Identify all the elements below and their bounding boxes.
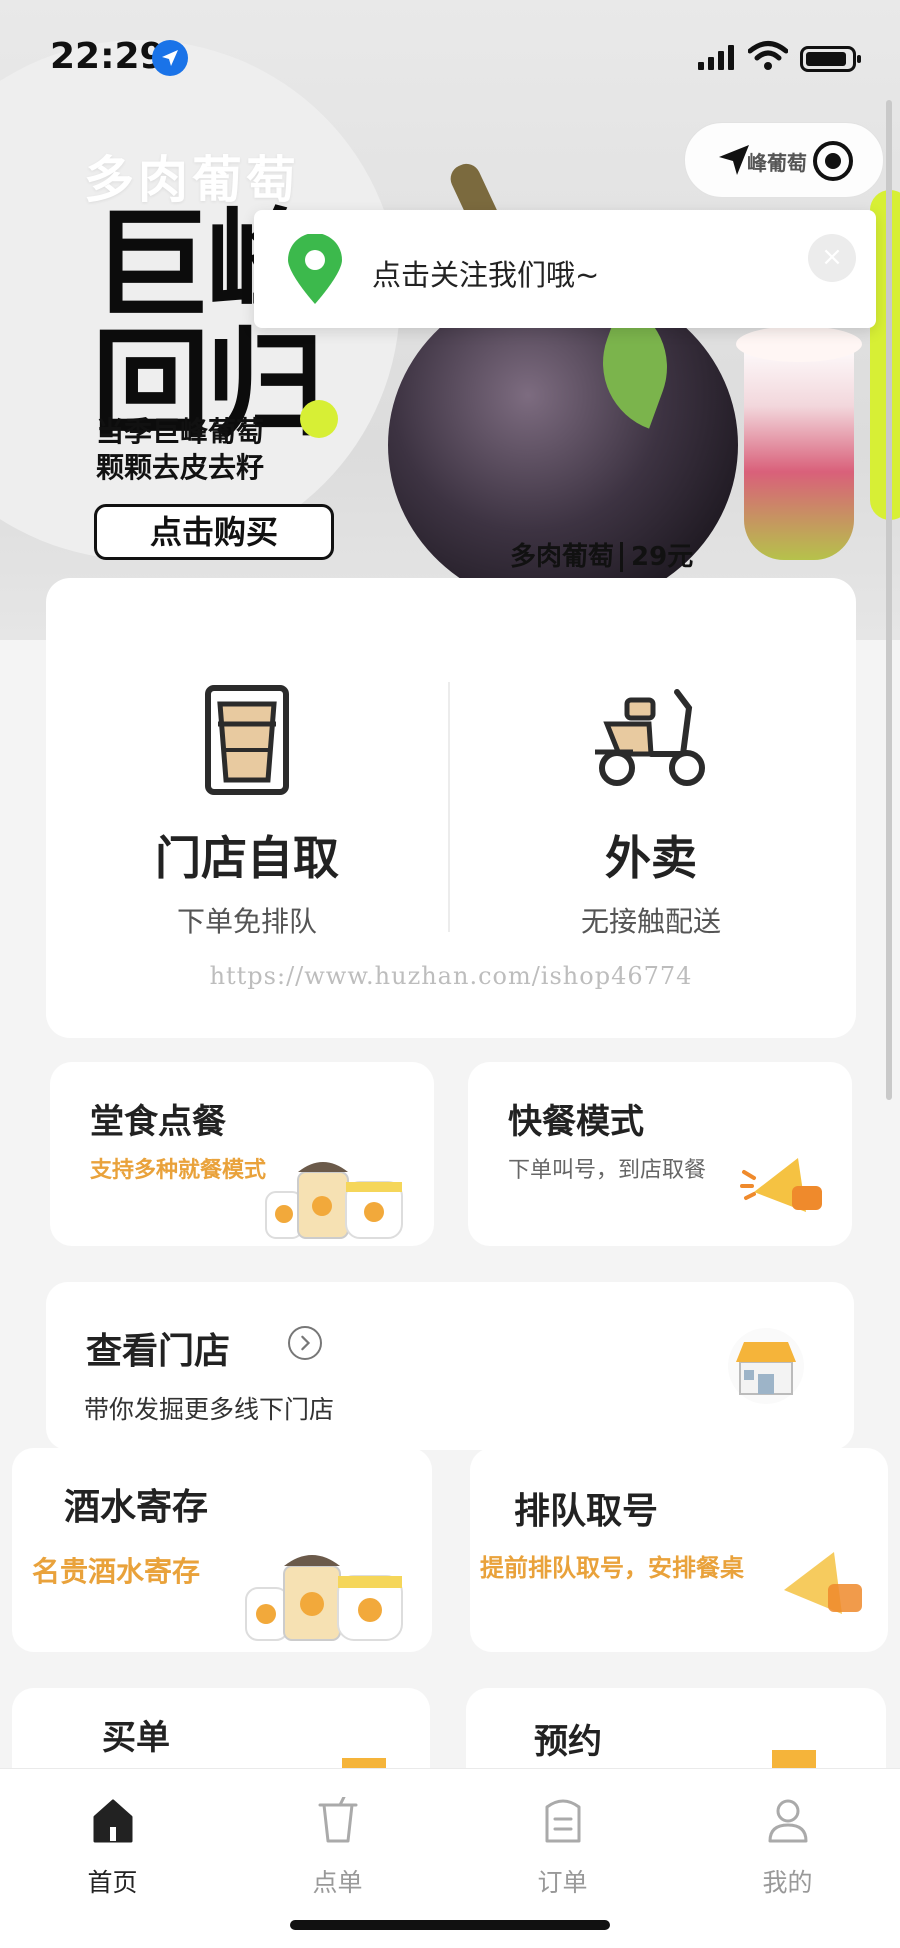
dine-in-subtitle: 支持多种就餐模式 (90, 1158, 267, 1183)
scrollbar[interactable] (886, 100, 892, 1100)
user-icon (768, 1799, 807, 1843)
queue-title: 排队取号 (514, 1491, 659, 1532)
follow-toast[interactable]: 点击关注我们哦~ × (254, 210, 876, 328)
storefront-icon (728, 1328, 804, 1404)
delivery-subtitle: 无接触配送 (580, 905, 721, 938)
status-bar: 22:29 (0, 0, 900, 110)
cup-bag-icon (205, 685, 289, 795)
home-indicator[interactable] (290, 1920, 610, 1930)
product-name: 多肉葡萄 (510, 542, 615, 572)
fast-food-subtitle: 下单叫号，到店取餐 (508, 1158, 707, 1183)
banner-desc-line1: 当季巨峰葡萄 (96, 415, 265, 448)
wine-storage-title: 酒水寄存 (64, 1487, 209, 1528)
fast-food-card[interactable]: 快餐模式 下单叫号，到店取餐 (468, 1062, 852, 1246)
toast-text: 点击关注我们哦~ (372, 258, 600, 292)
wine-storage-card[interactable]: 酒水寄存 名贵酒水寄存 (12, 1448, 432, 1652)
pickup-title: 门店自取 (155, 831, 339, 885)
tab-profile[interactable]: 我的 (675, 1787, 900, 1897)
megaphone-icon (740, 1158, 822, 1212)
chevron-right-icon[interactable] (288, 1326, 322, 1360)
battery-icon (800, 46, 861, 72)
tab-home[interactable]: 首页 (0, 1787, 225, 1897)
location-services-icon (152, 40, 188, 76)
tab-home-label: 首页 (87, 1868, 138, 1897)
queue-card[interactable]: 排队取号 提前排队取号，安排餐桌 (470, 1448, 888, 1652)
capsule-tag-text: 峰葡萄 (747, 151, 807, 175)
pickup-subtitle: 下单免排队 (176, 905, 317, 938)
view-stores-card[interactable]: 查看门店 带你发掘更多线下门店 (46, 1282, 854, 1450)
queue-subtitle: 提前排队取号，安排餐桌 (480, 1554, 744, 1582)
view-stores-subtitle: 带你发掘更多线下门店 (84, 1395, 335, 1424)
cellular-signal-icon (698, 45, 734, 70)
home-icon (93, 1799, 132, 1843)
target-icon[interactable] (813, 141, 853, 181)
tab-order-label: 点单 (312, 1868, 363, 1897)
drink-cup-foam-image (736, 326, 862, 362)
dine-in-card[interactable]: 堂食点餐 支持多种就餐模式 (50, 1062, 434, 1246)
pay-bill-title: 买单 (102, 1718, 170, 1758)
dine-in-title: 堂食点餐 (90, 1102, 226, 1142)
drinks-illustration-icon (265, 1162, 403, 1239)
reserve-title: 预约 (534, 1722, 602, 1762)
fast-food-title: 快餐模式 (508, 1102, 644, 1142)
drinks-illustration-icon (245, 1555, 403, 1641)
cup-icon (318, 1797, 357, 1843)
wifi-icon (748, 41, 788, 70)
tab-orders[interactable]: 订单 (450, 1787, 675, 1897)
status-time: 22:29 (50, 36, 165, 77)
tab-order[interactable]: 点单 (225, 1787, 450, 1897)
banner-desc-line2: 颗颗去皮去籽 (96, 451, 265, 484)
wine-storage-subtitle: 名贵酒水寄存 (32, 1555, 201, 1588)
delivery-title: 外卖 (605, 831, 697, 885)
watermark-url: https://www.huzhan.com/ishop46774 (209, 962, 693, 990)
drink-cup-image (744, 340, 854, 560)
banner-description: 当季巨峰葡萄 颗颗去皮去籽 (96, 414, 264, 486)
tab-profile-label: 我的 (762, 1868, 813, 1897)
product-price: 29元 (620, 542, 694, 572)
tab-orders-label: 订单 (537, 1868, 588, 1897)
buy-button[interactable]: 点击购买 (94, 504, 334, 560)
close-icon[interactable]: × (808, 234, 856, 282)
location-pin-icon (288, 234, 342, 304)
view-stores-title: 查看门店 (86, 1331, 231, 1372)
product-price-label: 多肉葡萄 29元 (510, 536, 694, 573)
order-mode-card: 门店自取 下单免排队 外卖 无接触配送 https://www.huzhan.c… (46, 578, 856, 1038)
megaphone-icon (784, 1552, 862, 1614)
scooter-icon (595, 689, 705, 786)
order-list-icon (545, 1799, 580, 1843)
banner-decor-dot (300, 400, 338, 438)
miniprogram-capsule[interactable]: 峰葡萄 (684, 122, 884, 198)
